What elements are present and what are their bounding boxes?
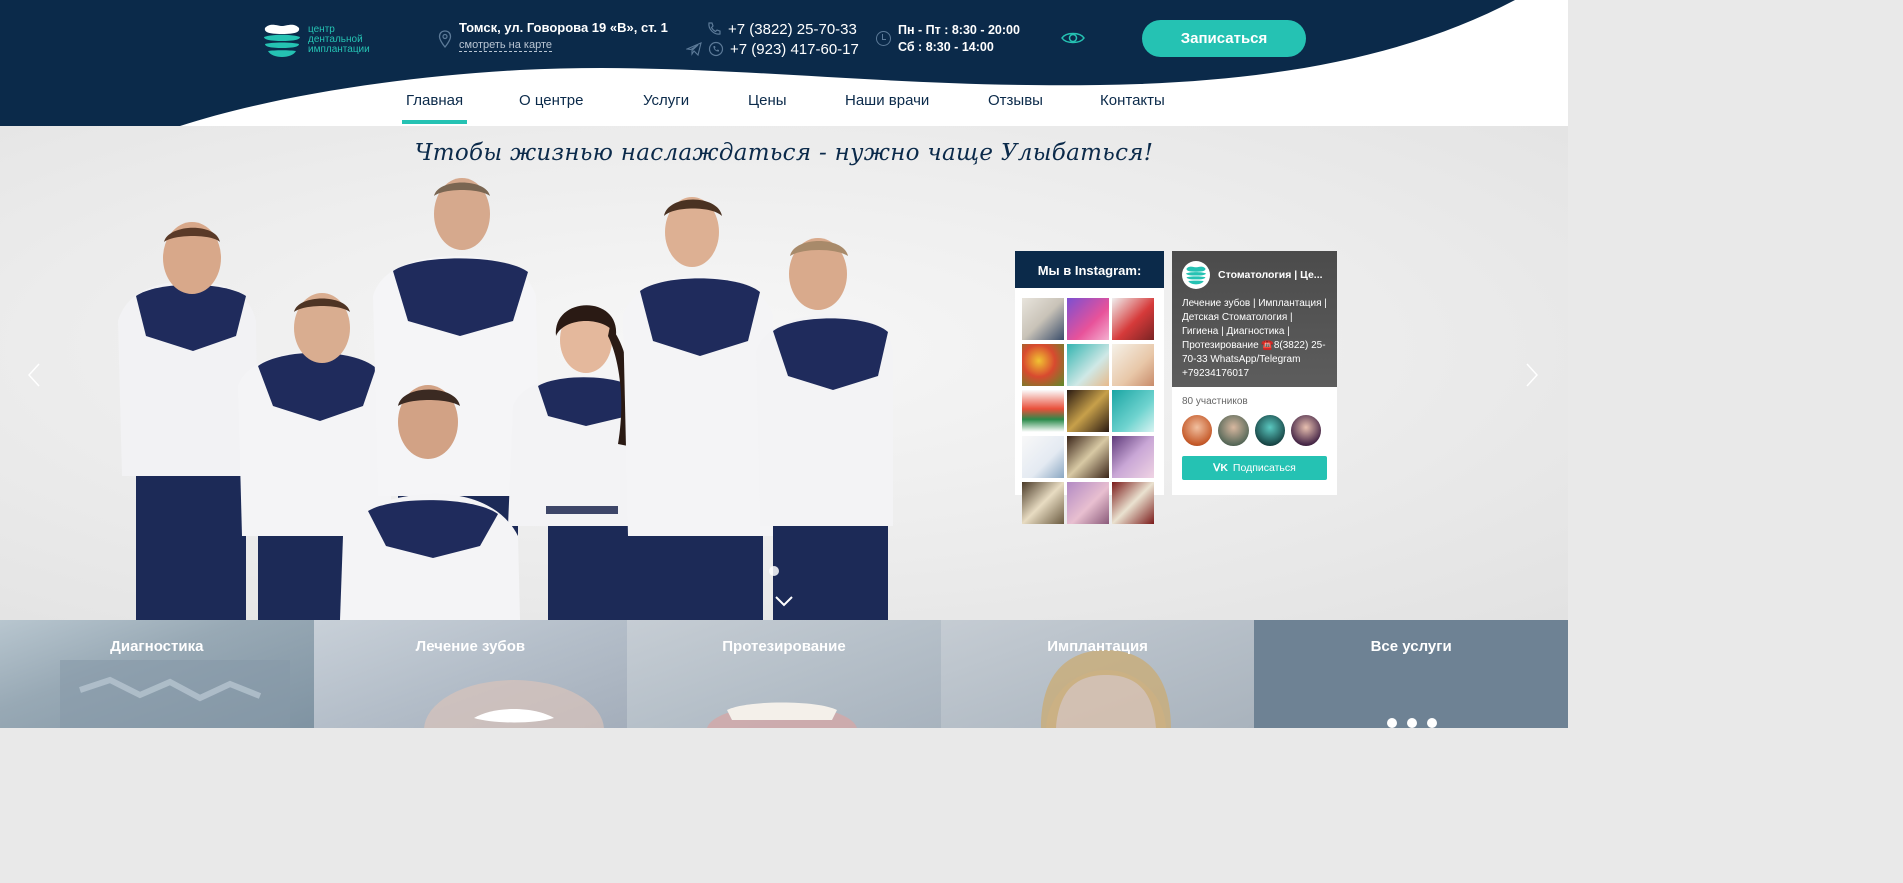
instagram-post[interactable] — [1112, 482, 1154, 524]
service-tile-implantation[interactable]: Имплантация — [940, 620, 1255, 728]
vk-subscribe-label: Подписаться — [1232, 462, 1296, 474]
avatar[interactable] — [1218, 415, 1249, 446]
scroll-down-chevron-icon[interactable] — [774, 594, 794, 608]
phone-link-1[interactable]: +7 (3822) 25-70-33 — [728, 21, 857, 38]
instagram-post[interactable] — [1022, 436, 1064, 478]
avatar[interactable] — [1290, 415, 1321, 446]
vk-members-count: 80 участников — [1182, 396, 1248, 407]
phone-row-1: +7 (3822) 25-70-33 — [686, 19, 859, 39]
main-nav: Главная О центре Услуги Цены Наши врачи … — [0, 92, 1568, 126]
avatar[interactable] — [1254, 415, 1285, 446]
service-tile-label: Протезирование — [722, 638, 846, 655]
telegram-icon[interactable] — [686, 41, 702, 57]
service-tile-label: Лечение зубов — [415, 638, 526, 655]
site-header: центр дентальной имплантации Томск, ул. … — [0, 0, 1568, 126]
instagram-grid — [1015, 288, 1164, 524]
team-photo — [118, 178, 893, 620]
instagram-post[interactable] — [1112, 344, 1154, 386]
instagram-post[interactable] — [1022, 390, 1064, 432]
instagram-post[interactable] — [1067, 390, 1109, 432]
instagram-post[interactable] — [1112, 390, 1154, 432]
phones-block: +7 (3822) 25-70-33 +7 (923) 417-60-17 — [686, 19, 859, 59]
hero-slogan: Чтобы жизнью наслаждаться - нужно чаще У… — [414, 140, 1154, 166]
logo-text: центр дентальной имплантации — [308, 25, 370, 55]
slider-next-arrow[interactable] — [1522, 362, 1542, 388]
clock-icon — [876, 31, 891, 46]
instagram-post[interactable] — [1022, 482, 1064, 524]
tooth-logo-icon — [1186, 266, 1206, 285]
instagram-post[interactable] — [1067, 482, 1109, 524]
vk-community-title[interactable]: Стоматология | Це... — [1218, 269, 1323, 281]
nav-item-prices[interactable]: Цены — [748, 92, 787, 109]
low-vision-eye-icon[interactable] — [1061, 29, 1085, 47]
slider-prev-arrow[interactable] — [24, 362, 44, 388]
nav-item-home[interactable]: Главная — [401, 92, 468, 124]
service-tile-label: Имплантация — [1047, 638, 1148, 655]
location-pin-icon — [438, 30, 452, 48]
nav-item-about[interactable]: О центре — [519, 92, 583, 109]
instagram-post[interactable] — [1112, 298, 1154, 340]
phone-row-2: +7 (923) 417-60-17 — [686, 39, 859, 59]
vk-community-widget: Стоматология | Це... Лечение зубов | Имп… — [1172, 251, 1337, 495]
address-text: Томск, ул. Говорова 19 «В», ст. 1 — [459, 20, 668, 35]
map-link[interactable]: смотреть на карте — [459, 39, 553, 52]
instagram-widget: Мы в Instagram: — [1015, 251, 1164, 524]
smile-image — [423, 680, 604, 728]
vk-community-description: Лечение зубов | Имплантация | Детская Ст… — [1182, 298, 1327, 379]
avatar[interactable] — [1182, 415, 1213, 446]
phone-link-2[interactable]: +7 (923) 417-60-17 — [730, 41, 859, 58]
instagram-post[interactable] — [1067, 344, 1109, 386]
xray-image — [60, 660, 290, 728]
instagram-post[interactable] — [1067, 436, 1109, 478]
opening-hours: Пн - Пт : 8:30 - 20:00 Сб : 8:30 - 14:00 — [876, 22, 1020, 56]
service-tile-diagnostics[interactable]: Диагностика — [0, 620, 314, 728]
address-block: Томск, ул. Говорова 19 «В», ст. 1 смотре… — [438, 20, 668, 53]
hours-saturday: Сб : 8:30 - 14:00 — [898, 40, 994, 54]
hero-slider: Чтобы жизнью наслаждаться - нужно чаще У… — [0, 126, 1568, 620]
instagram-post[interactable] — [1022, 344, 1064, 386]
hours-weekdays: Пн - Пт : 8:30 - 20:00 — [898, 23, 1020, 37]
logo[interactable]: центр дентальной имплантации — [262, 20, 402, 60]
service-tile-label: Все услуги — [1370, 638, 1452, 655]
tooth-logo-icon — [264, 24, 300, 57]
vk-subscribe-button[interactable]: ᐯK Подписаться — [1182, 456, 1327, 480]
nav-item-reviews[interactable]: Отзывы — [988, 92, 1043, 109]
book-appointment-button[interactable]: Записаться — [1142, 20, 1306, 57]
service-tile-prosthetics[interactable]: Протезирование — [627, 620, 941, 728]
phone-icon — [708, 22, 721, 35]
service-tile-all-services[interactable]: Все услуги — [1254, 620, 1568, 728]
service-tile-label: Диагностика — [110, 638, 204, 655]
vk-community-avatar[interactable] — [1182, 261, 1210, 289]
denture-image — [707, 702, 858, 728]
instagram-post[interactable] — [1112, 436, 1154, 478]
service-tile-treatment[interactable]: Лечение зубов — [313, 620, 628, 728]
nav-item-services[interactable]: Услуги — [643, 92, 689, 109]
nav-item-doctors[interactable]: Наши врачи — [845, 92, 929, 109]
logo-line-3: имплантации — [308, 44, 370, 55]
instagram-widget-title: Мы в Instagram: — [1015, 251, 1164, 288]
vk-widget-header: Стоматология | Це... Лечение зубов | Имп… — [1172, 251, 1337, 387]
nav-item-contacts[interactable]: Контакты — [1100, 92, 1165, 109]
service-tiles: Диагностика Лечение зубов Протезирование… — [0, 620, 1568, 728]
whatsapp-icon[interactable] — [708, 41, 724, 57]
slider-dot[interactable] — [769, 566, 779, 576]
more-dots-icon — [1387, 718, 1447, 728]
instagram-post[interactable] — [1022, 298, 1064, 340]
woman-portrait-image — [1040, 650, 1171, 728]
instagram-post[interactable] — [1067, 298, 1109, 340]
vk-member-avatars — [1172, 407, 1337, 446]
vk-logo-icon: ᐯK — [1213, 462, 1228, 474]
